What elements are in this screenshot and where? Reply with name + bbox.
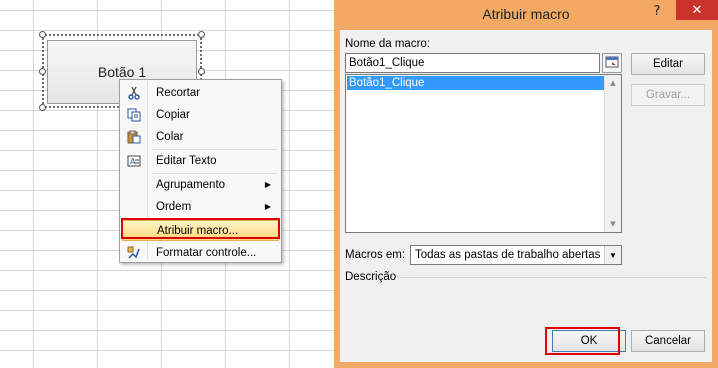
help-button[interactable]: ? [646, 4, 668, 22]
edit-text-icon: A [122, 150, 146, 171]
scroll-up-icon[interactable]: ▲ [605, 75, 621, 91]
menu-item-formatar-controle[interactable]: Formatar controle... [122, 242, 279, 263]
menu-item-recortar[interactable]: Recortar [122, 82, 279, 103]
menu-item-ordem[interactable]: Ordem ▶ [122, 196, 279, 217]
menu-item-editar-texto[interactable]: A Editar Texto [122, 150, 279, 171]
description-label: Descrição [345, 271, 397, 283]
menu-item-label: Formatar controle... [156, 246, 257, 259]
range-select-icon [605, 56, 619, 71]
menu-item-label: Recortar [156, 86, 201, 99]
submenu-arrow-icon: ▶ [264, 202, 271, 211]
collapse-dialog-button[interactable] [602, 53, 622, 73]
macro-name-label: Nome da macro: [345, 38, 431, 50]
scissors-icon [122, 82, 146, 103]
resize-handle-nw[interactable] [39, 31, 46, 38]
macros-in-select[interactable]: Todas as pastas de trabalho abertas ▼ [410, 245, 622, 265]
svg-text:A: A [130, 157, 136, 166]
menu-item-label: Agrupamento [156, 178, 226, 191]
macro-name-input[interactable]: Botão1_Clique [345, 53, 600, 73]
resize-handle-sw[interactable] [39, 104, 46, 111]
form-button-label: Botão 1 [97, 64, 147, 80]
record-button: Gravar... [631, 84, 705, 106]
description-divider [398, 277, 706, 278]
menu-item-colar[interactable]: Colar [122, 126, 279, 147]
list-item[interactable]: Botão1_Clique [347, 76, 604, 90]
highlight-outline [545, 327, 620, 355]
resize-handle-w[interactable] [39, 68, 46, 75]
dialog-body: Nome da macro: Botão1_Clique Botão1_Cliq… [340, 30, 712, 362]
edit-button[interactable]: Editar [631, 53, 705, 75]
paste-icon [122, 126, 146, 147]
menu-item-label: Ordem [156, 200, 192, 213]
resize-handle-e[interactable] [198, 68, 205, 75]
cancel-button[interactable]: Cancelar [631, 330, 705, 352]
format-control-icon [122, 242, 146, 263]
record-button-label: Gravar... [645, 89, 691, 101]
highlight-outline [121, 218, 280, 239]
assign-macro-dialog: Atribuir macro ? ✕ Nome da macro: Botão1… [334, 0, 718, 368]
cancel-button-label: Cancelar [644, 335, 692, 347]
menu-item-label: Editar Texto [156, 154, 217, 167]
macros-in-value: Todas as pastas de trabalho abertas [415, 249, 601, 261]
resize-handle-ne[interactable] [198, 31, 205, 38]
scroll-down-icon[interactable]: ▼ [605, 216, 621, 232]
vertical-scrollbar[interactable]: ▲ ▼ [604, 75, 621, 232]
menu-item-agrupamento[interactable]: Agrupamento ▶ [122, 174, 279, 195]
edit-button-label: Editar [652, 58, 684, 70]
chevron-down-icon[interactable]: ▼ [604, 246, 621, 264]
submenu-arrow-icon: ▶ [264, 180, 271, 189]
macro-list[interactable]: Botão1_Clique ▲ ▼ [345, 74, 622, 233]
menu-item-label: Colar [156, 130, 184, 143]
menu-item-label: Copiar [156, 108, 190, 121]
macros-in-label: Macros em: [345, 249, 406, 261]
copy-icon [122, 104, 146, 125]
dialog-title-bar[interactable]: Atribuir macro ? ✕ [334, 0, 718, 30]
close-button[interactable]: ✕ [676, 0, 718, 20]
menu-item-copiar[interactable]: Copiar [122, 104, 279, 125]
